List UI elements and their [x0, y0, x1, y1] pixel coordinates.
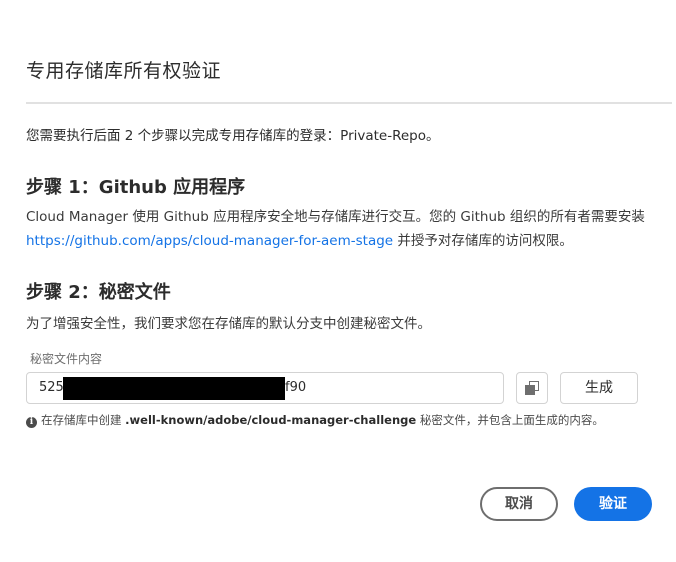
copy-icon [525, 381, 539, 395]
ownership-verification-dialog: 专用存储库所有权验证 您需要执行后面 2 个步骤以完成专用存储库的登录：Priv… [0, 0, 676, 562]
generate-button[interactable]: 生成 [560, 372, 638, 404]
secret-value-prefix: 525 [39, 380, 64, 395]
help-text-end: 秘密文件，并包含上面生成的内容。 [416, 413, 604, 427]
step1-desc-text: Cloud Manager 使用 Github 应用程序安全地与存储库进行交互。… [26, 209, 645, 225]
dialog-title: 专用存储库所有权验证 [26, 60, 222, 82]
secret-file-help: i 在存储库中创建 .well-known/adobe/cloud-manager… [26, 412, 604, 428]
intro-text: 您需要执行后面 2 个步骤以完成专用存储库的登录：Private-Repo。 [26, 128, 440, 144]
verify-button[interactable]: 验证 [574, 487, 652, 521]
github-app-link[interactable]: https://github.com/apps/cloud-manager-fo… [26, 233, 393, 249]
info-icon: i [26, 417, 37, 428]
step2-description: 为了增强安全性，我们要求您在存储库的默认分支中创建秘密文件。 [26, 316, 431, 332]
redaction-bar [63, 377, 285, 400]
step2-heading: 步骤 2：秘密文件 [26, 282, 171, 303]
help-text-start: 在存储库中创建 [41, 413, 126, 427]
secret-content-field[interactable]: 525 f90 [26, 372, 504, 404]
cancel-button[interactable]: 取消 [480, 487, 558, 521]
step1-description: Cloud Manager 使用 Github 应用程序安全地与存储库进行交互。… [26, 205, 666, 253]
secret-field-label: 秘密文件内容 [30, 352, 103, 366]
title-divider [26, 102, 672, 104]
secret-value-suffix: f90 [285, 380, 307, 395]
step1-desc-text-end: 并授予对存储库的访问权限。 [393, 233, 573, 249]
step1-heading: 步骤 1：Github 应用程序 [26, 177, 246, 198]
challenge-file-path: .well-known/adobe/cloud-manager-challeng… [125, 413, 417, 427]
copy-button[interactable] [516, 372, 548, 404]
